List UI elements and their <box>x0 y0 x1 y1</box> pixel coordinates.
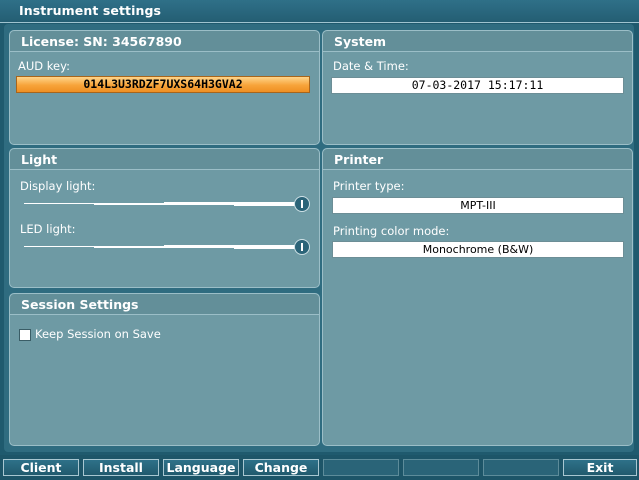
slider-track <box>164 245 234 248</box>
license-panel: License: SN: 34567890 AUD key: 014L3U3RD… <box>9 30 320 145</box>
bottom-toolbar: Client Install Language Change Exit <box>0 455 639 480</box>
change-button[interactable]: Change <box>243 459 319 476</box>
exit-button[interactable]: Exit <box>563 459 637 476</box>
keep-session-checkbox[interactable] <box>19 329 31 341</box>
slider-track <box>94 203 164 205</box>
printer-type-label: Printer type: <box>333 179 405 193</box>
display-light-label: Display light: <box>20 179 96 193</box>
empty-button-1 <box>323 459 399 476</box>
datetime-label: Date & Time: <box>333 59 409 73</box>
slider-track <box>234 202 296 206</box>
aud-key-label: AUD key: <box>18 59 70 73</box>
session-settings-header: Session Settings <box>10 294 319 315</box>
session-settings-panel: Session Settings Keep Session on Save <box>9 293 320 446</box>
system-panel-header: System <box>323 31 632 52</box>
aud-key-field[interactable]: 014L3U3RDZF7UXS64H3GVA2 <box>16 76 310 93</box>
session-settings-heading: Session Settings <box>21 297 139 312</box>
title-bar: Instrument settings <box>0 0 639 23</box>
display-light-slider[interactable] <box>24 196 310 212</box>
slider-track <box>164 202 234 205</box>
empty-button-3 <box>483 459 559 476</box>
light-heading: Light <box>21 152 58 167</box>
install-button[interactable]: Install <box>83 459 159 476</box>
system-panel: System Date & Time: 07-03-2017 15:17:11 <box>322 30 633 145</box>
led-light-label: LED light: <box>20 222 76 236</box>
light-panel: Light Display light: LED light: <box>9 148 320 288</box>
printer-type-field[interactable]: MPT-III <box>332 197 624 214</box>
license-heading: License: SN: 34567890 <box>21 34 182 49</box>
slider-track <box>24 246 94 247</box>
slider-track <box>94 246 164 248</box>
slider-track <box>24 203 94 204</box>
led-light-slider[interactable] <box>24 239 310 255</box>
printer-panel: Printer Printer type: MPT-III Printing c… <box>322 148 633 446</box>
datetime-field[interactable]: 07-03-2017 15:17:11 <box>331 77 624 94</box>
display-light-knob[interactable] <box>294 196 310 212</box>
printing-color-mode-field[interactable]: Monochrome (B&W) <box>332 241 624 258</box>
printer-heading: Printer <box>334 152 384 167</box>
keep-session-label[interactable]: Keep Session on Save <box>35 327 161 341</box>
slider-track <box>234 245 296 249</box>
system-heading: System <box>334 34 387 49</box>
light-panel-header: Light <box>10 149 319 170</box>
window-title: Instrument settings <box>19 3 162 18</box>
client-button[interactable]: Client <box>3 459 79 476</box>
printer-panel-header: Printer <box>323 149 632 170</box>
settings-area: License: SN: 34567890 AUD key: 014L3U3RD… <box>4 24 634 452</box>
language-button[interactable]: Language <box>163 459 239 476</box>
printing-color-mode-label: Printing color mode: <box>333 224 450 238</box>
led-light-knob[interactable] <box>294 239 310 255</box>
license-panel-header: License: SN: 34567890 <box>10 31 319 52</box>
empty-button-2 <box>403 459 479 476</box>
